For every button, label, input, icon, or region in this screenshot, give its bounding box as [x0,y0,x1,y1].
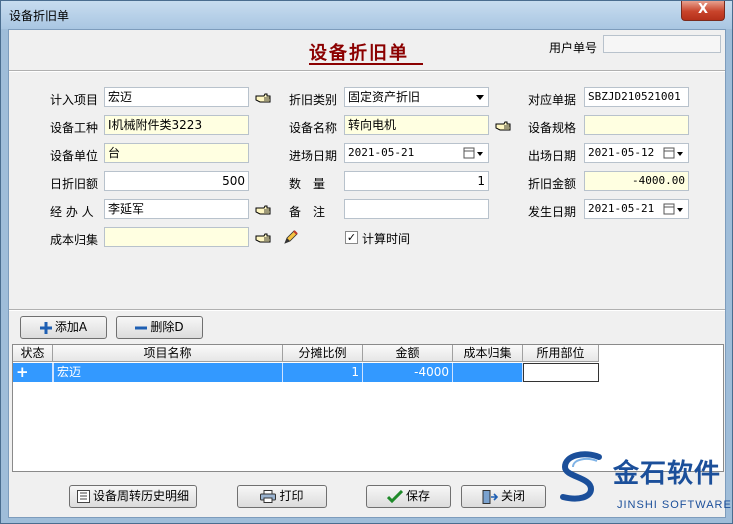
label-zhejiu-jine: 折旧金额 [528,177,577,191]
label-shebei-mingcheng: 设备名称 [289,121,338,135]
delete-row-label: 删除D [150,320,184,334]
title-bar[interactable]: 设备折旧单 X [1,1,732,29]
divider-middle-highlight [9,310,725,311]
jiru-xiangmu-input[interactable]: 宏迈 [104,87,249,107]
label-zhejiu-leibie: 折旧类别 [289,93,338,107]
user-no-label: 用户单号 [549,41,598,55]
form-panel: 设备折旧单 用户单号 计入项目 宏迈 折旧类别 固定资产折旧 对应单据 SBZJ… [8,29,726,518]
chuchang-riqi-value: 2021-05-12 [588,146,655,159]
jisuan-shijian-checkbox[interactable]: ✓ [345,231,358,244]
history-detail-button[interactable]: 设备周转历史明细 [69,485,197,508]
column-header-amount[interactable]: 金额 [363,345,453,362]
print-label: 打印 [279,489,304,503]
form-title: 设备折旧单 [309,43,409,64]
logo-cn-text: 金石软件 [613,459,722,489]
label-jiru-xiangmu: 计入项目 [50,93,99,107]
row-ratio[interactable]: 1 [283,363,363,382]
brand-logo: 金石软件 JINSHI SOFTWARE [557,447,732,517]
history-detail-label: 设备周转历史明细 [92,489,189,503]
label-jingbanren: 经 办 人 [50,205,94,219]
save-label: 保存 [405,489,430,503]
exit-door-icon [482,489,498,504]
app-window: 设备折旧单 X 设备折旧单 用户单号 计入项目 宏迈 折旧类别 固定资产折旧 对… [0,0,733,524]
column-header-part[interactable]: 所用部位 [523,345,599,362]
jinchang-riqi-datepicker[interactable]: 2021-05-21 [344,143,489,163]
ri-zhejiu-e-input[interactable]: 500 [104,171,249,191]
zhejiu-leibie-value: 固定资产折旧 [348,90,421,104]
row-amount[interactable]: -4000 [363,363,453,382]
row-name[interactable]: 宏迈 [53,363,283,382]
chengben-guiji-input[interactable] [104,227,249,247]
shebei-gongzhong-input[interactable]: I机械附件类3223 [104,115,249,135]
zhejiu-jine-input[interactable]: -4000.00 [584,171,689,191]
add-row-label: 添加A [54,320,88,334]
delete-row-button[interactable]: 删除D [116,316,203,339]
form-title-underline [309,63,423,65]
plus-icon [39,321,52,334]
checkmark-icon [386,490,403,503]
chuchang-riqi-datepicker[interactable]: 2021-05-12 [584,143,689,163]
close-label: 关闭 [500,489,525,503]
fasheng-riqi-value: 2021-05-21 [588,202,655,215]
shebei-mingcheng-input[interactable]: 转向电机 [344,115,489,135]
jingbanren-input[interactable]: 李延军 [104,199,249,219]
column-header-status[interactable]: 状态 [13,345,53,362]
label-beizhu: 备 注 [289,205,326,219]
duiying-danju-input[interactable]: SBZJD210521001 [584,87,689,107]
label-jinchang-riqi: 进场日期 [289,149,338,163]
beizhu-input[interactable] [344,199,489,219]
row-cost[interactable] [453,363,523,382]
label-jisuan-shijian: 计算时间 [362,232,411,246]
pointing-hand-icon[interactable] [495,120,511,132]
row-part-editing[interactable] [523,363,599,382]
print-button[interactable]: 打印 [237,485,327,508]
label-duiying-danju: 对应单据 [528,93,577,107]
shebei-guige-input[interactable] [584,115,689,135]
window-title: 设备折旧单 [9,9,70,23]
divider-top-highlight [9,71,725,72]
shebei-danwei-input[interactable]: 台 [104,143,249,163]
label-shebei-gongzhong: 设备工种 [50,121,99,135]
column-header-ratio[interactable]: 分摊比例 [283,345,363,362]
save-button[interactable]: 保存 [366,485,451,508]
pointing-hand-icon[interactable] [255,204,271,216]
list-icon [76,490,90,503]
jinchang-riqi-value: 2021-05-21 [348,146,415,159]
logo-en-text: JINSHI SOFTWARE [617,499,732,511]
edit-pencil-icon[interactable] [282,228,300,246]
pointing-hand-icon[interactable] [255,92,271,104]
column-header-cost[interactable]: 成本归集 [453,345,523,362]
close-button[interactable]: 关闭 [461,485,546,508]
label-shebei-danwei: 设备单位 [50,149,99,163]
row-status-plus-icon: + [13,363,53,382]
minus-icon [135,326,148,329]
label-chengben-guiji: 成本归集 [50,233,99,247]
jinshi-logo-mark-icon [560,451,602,502]
user-no-input[interactable] [603,35,721,53]
label-chuchang-riqi: 出场日期 [528,149,577,163]
calendar-dropdown-icon[interactable] [663,203,685,216]
calendar-dropdown-icon[interactable] [663,147,685,160]
zhejiu-leibie-select[interactable]: 固定资产折旧 [344,87,489,107]
label-shuliang: 数 量 [289,177,326,191]
label-shebei-guige: 设备规格 [528,121,577,135]
shuliang-input[interactable]: 1 [344,171,489,191]
add-row-button[interactable]: 添加A [20,316,107,339]
window-close-button[interactable]: X [681,1,725,21]
printer-icon [260,490,277,503]
chevron-down-icon [476,95,484,100]
calendar-dropdown-icon[interactable] [463,147,485,160]
column-header-name[interactable]: 项目名称 [53,345,283,362]
label-fasheng-riqi: 发生日期 [528,205,577,219]
fasheng-riqi-datepicker[interactable]: 2021-05-21 [584,199,689,219]
pointing-hand-icon[interactable] [255,232,271,244]
label-ri-zhejiu-e: 日折旧额 [50,177,99,191]
